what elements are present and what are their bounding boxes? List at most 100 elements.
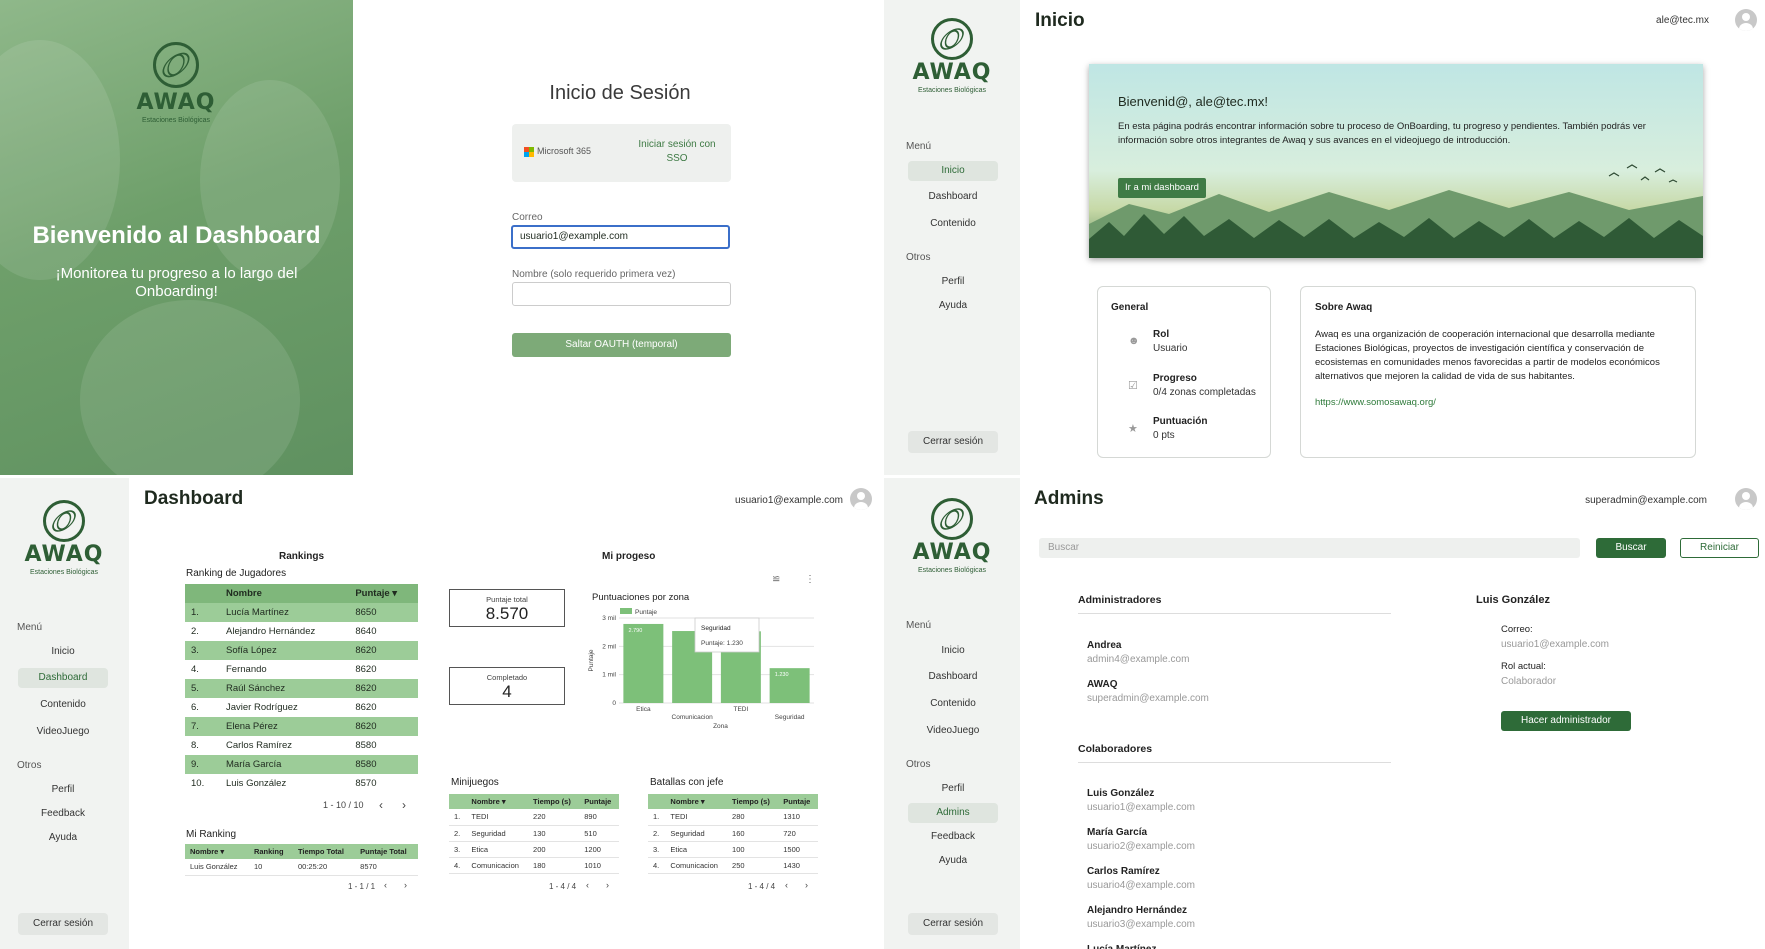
sidebar-item-inicio[interactable]: Inicio [18,642,108,662]
sidebar-item-contenido[interactable]: Contenido [18,695,108,715]
awaq-website-link[interactable]: https://www.somosawaq.org/ [1315,397,1436,408]
email-field[interactable]: usuario1@example.com [511,225,730,249]
inicio-panel: AWAQ Estaciones Biológicas Menú Inicio D… [884,0,1765,475]
table-header[interactable]: Puntaje [778,794,818,809]
table-cell: Seguridad [665,825,728,842]
table-row[interactable]: 6. Javier Rodríguez 8620 [185,698,418,717]
sidebar-item-videojuego[interactable]: VideoJuego [908,721,998,741]
logout-button[interactable]: Cerrar sesión [908,431,998,453]
table-row[interactable]: 5. Raúl Sánchez 8620 [185,679,418,698]
table-cell: 6. [185,698,220,717]
prev-page-icon[interactable]: ‹ [384,880,387,890]
sidebar-item-perfil[interactable]: Perfil [908,272,998,292]
next-page-icon[interactable]: › [805,880,808,890]
sidebar-item-ayuda[interactable]: Ayuda [18,828,108,848]
search-button[interactable]: Buscar [1596,538,1666,558]
table-header[interactable]: Nombre ▾ [185,844,249,859]
person-name[interactable]: Carlos Ramírez [1087,866,1160,877]
table-row[interactable]: 4. Comunicacion 250 1430 [648,857,818,874]
mi-ranking-title: Mi Ranking [186,829,237,840]
table-cell: 8620 [349,717,418,736]
next-page-icon[interactable]: › [606,880,609,890]
table-header[interactable]: Tiempo (s) [528,794,580,809]
table-row[interactable]: 4. Comunicacion 180 1010 [449,857,619,874]
table-header[interactable]: Puntaje Total [355,844,418,859]
table-row[interactable]: 3. Sofía López 8620 [185,641,418,660]
table-cell: 8. [185,736,220,755]
avatar[interactable] [850,488,872,510]
table-row[interactable]: Luis González 10 00:25:20 8570 [185,859,418,876]
search-input[interactable]: Buscar [1039,538,1580,558]
table-row[interactable]: 1. TEDI 280 1310 [648,809,818,826]
person-name[interactable]: Andrea [1087,640,1121,651]
go-dashboard-button[interactable]: Ir a mi dashboard [1118,178,1206,198]
awaq-logo: AWAQ Estaciones Biológicas [14,500,114,576]
table-row[interactable]: 2. Seguridad 130 510 [449,825,619,842]
zone-score-chart: Puntaje 0 1 mil 2 mil 3 mil Puntaje 2.790 Etica… [588,608,814,730]
sidebar-item-dashboard[interactable]: Dashboard [908,667,998,687]
sso-login-link[interactable]: Iniciar sesión con SSO [632,138,722,166]
logout-button[interactable]: Cerrar sesión [908,913,998,935]
prev-page-icon[interactable]: ‹ [785,880,788,890]
table-row[interactable]: 9. María García 8580 [185,755,418,774]
table-row[interactable]: 2. Alejandro Hernández 8640 [185,622,418,641]
logout-button[interactable]: Cerrar sesión [18,913,108,935]
make-admin-button[interactable]: Hacer administrador [1501,711,1631,731]
table-header[interactable]: Ranking [248,844,293,859]
sidebar-item-dashboard[interactable]: Dashboard [18,668,108,688]
table-row[interactable]: 3. Etica 200 1200 [449,841,619,858]
mi-ranking-pager: 1 - 1 / 1 [348,882,376,891]
avatar[interactable] [1735,9,1757,31]
sidebar-item-inicio[interactable]: Inicio [908,641,998,661]
prev-page-icon[interactable]: ‹ [586,880,589,890]
sidebar-item-inicio[interactable]: Inicio [908,161,998,181]
more-options-icon[interactable]: ⋮ [805,574,815,585]
avatar[interactable] [1735,488,1757,510]
person-name[interactable]: Luis González [1087,788,1154,799]
sidebar-item-ayuda[interactable]: Ayuda [908,296,998,316]
sidebar-item-perfil[interactable]: Perfil [908,779,998,799]
bar-label: 1.230 [775,672,789,678]
table-row[interactable]: 2. Seguridad 160 720 [648,825,818,842]
translate-icon[interactable]: ≌ [772,574,780,585]
person-name[interactable]: María García [1087,827,1147,838]
sidebar-item-feedback[interactable]: Feedback [18,804,108,824]
table-row[interactable]: 1. Lucía Martínez 8650 [185,603,418,622]
sidebar-item-admins[interactable]: Admins [908,803,998,823]
sidebar-item-contenido[interactable]: Contenido [908,214,998,234]
person-name[interactable]: Alejandro Hernández [1087,905,1187,916]
next-page-icon[interactable]: › [402,798,406,812]
table-cell: Alejandro Hernández [220,622,350,641]
table-header[interactable]: Nombre ▾ [665,794,728,809]
table-row[interactable]: 3. Etica 100 1500 [648,841,818,858]
table-row[interactable]: 10. Luis González 8570 [185,774,418,793]
table-row[interactable]: 4. Fernando 8620 [185,660,418,679]
next-page-icon[interactable]: › [404,880,407,890]
table-row[interactable]: 8. Carlos Ramírez 8580 [185,736,418,755]
table-header[interactable]: Puntaje [579,794,619,809]
person-name[interactable]: Lucía Martínez [1087,944,1156,949]
hero-subtitle: ¡Monitorea tu progreso a lo largo del On… [55,265,298,300]
name-field[interactable] [512,282,731,306]
person-name[interactable]: AWAQ [1087,679,1118,690]
table-header[interactable]: Tiempo Total [292,844,356,859]
sidebar-item-contenido[interactable]: Contenido [908,694,998,714]
sidebar-item-ayuda[interactable]: Ayuda [908,851,998,871]
table-cell: 00:25:20 [292,859,356,876]
col-puntaje[interactable]: Puntaje ▾ [349,584,418,603]
sidebar-item-feedback[interactable]: Feedback [908,827,998,847]
reset-button[interactable]: Reiniciar [1680,538,1759,558]
legend-label: Puntaje [635,609,657,616]
skip-oauth-button[interactable]: Saltar OAUTH (temporal) [512,333,731,357]
table-header[interactable]: Nombre ▾ [466,794,529,809]
col-nombre[interactable]: Nombre [220,584,350,603]
sidebar-item-videojuego[interactable]: VideoJuego [18,722,108,742]
sidebar-item-perfil[interactable]: Perfil [18,780,108,800]
sidebar-item-dashboard[interactable]: Dashboard [908,187,998,207]
prev-page-icon[interactable]: ‹ [379,798,383,812]
table-row[interactable]: 7. Elena Pérez 8620 [185,717,418,736]
table-header[interactable]: Tiempo (s) [727,794,779,809]
table-row[interactable]: 1. TEDI 220 890 [449,809,619,826]
globe-logo-icon [931,498,973,540]
table-cell: 8580 [349,755,418,774]
